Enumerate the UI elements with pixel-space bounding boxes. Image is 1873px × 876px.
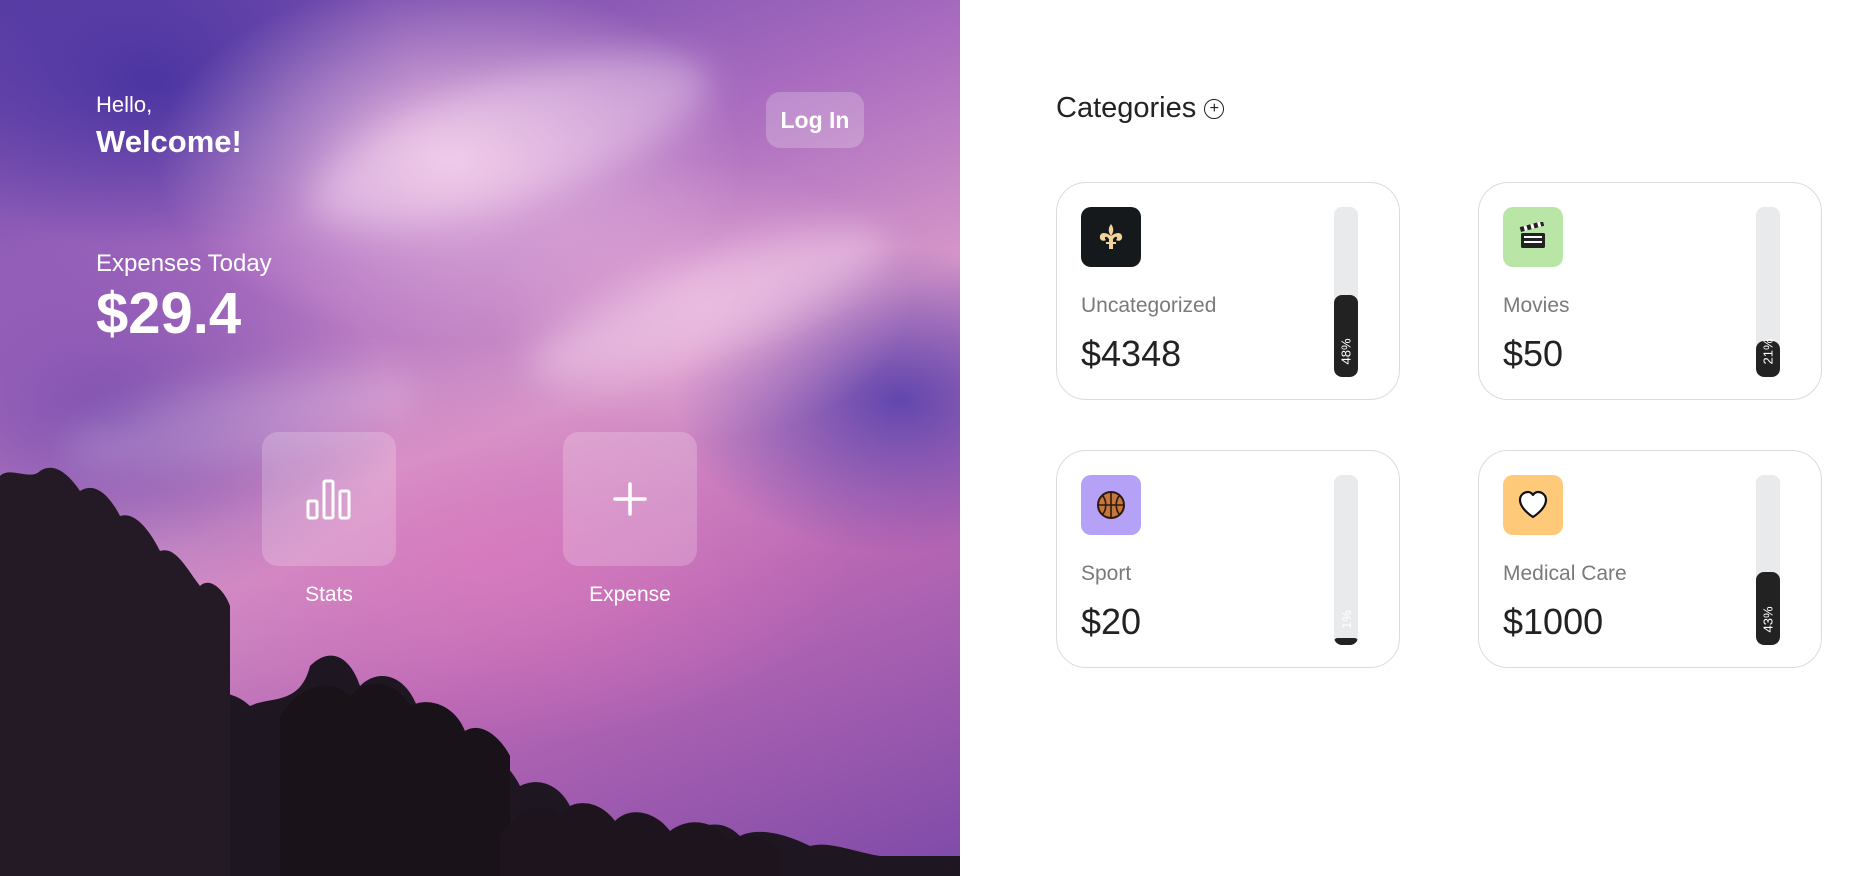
category-card-medical-care[interactable]: Medical Care $1000 43%: [1478, 450, 1822, 668]
category-icon-box: [1503, 475, 1563, 535]
bar-chart-icon: [306, 479, 351, 520]
category-name: Movies: [1503, 294, 1570, 317]
cloud-highlight: [291, 18, 729, 262]
category-icon-box: [1081, 475, 1141, 535]
categories-title: Categories: [1056, 92, 1197, 124]
category-card-movies[interactable]: Movies $50 21%: [1478, 182, 1822, 400]
category-card-uncategorized[interactable]: Uncategorized $4348 48%: [1056, 182, 1400, 400]
expenses-today-value: $29.4: [96, 281, 242, 346]
category-percent: 48%: [1338, 337, 1354, 365]
fleur-de-lis-icon: [1099, 224, 1123, 249]
category-progress-bar: 43%: [1756, 475, 1780, 645]
category-name: Medical Care: [1503, 562, 1627, 585]
category-amount: $1000: [1503, 601, 1604, 642]
hero-panel: Hello, Welcome! Log In Expenses Today $2…: [0, 0, 960, 876]
basketball-icon: [1097, 491, 1125, 519]
category-progress-fill: [1334, 638, 1358, 645]
expense-label: Expense: [589, 583, 671, 606]
category-card-sport[interactable]: Sport $20 1%: [1056, 450, 1400, 668]
stats-label: Stats: [305, 583, 353, 606]
login-button[interactable]: Log In: [766, 92, 864, 148]
category-progress-bar: 48%: [1334, 207, 1358, 377]
category-progress-bar: 1%: [1334, 475, 1358, 645]
category-amount: $4348: [1081, 333, 1182, 374]
add-expense-button[interactable]: [563, 432, 697, 566]
category-percent: 43%: [1760, 605, 1776, 633]
welcome-heading: Welcome!: [96, 124, 242, 159]
categories-heading: Categories +: [1056, 92, 1225, 125]
category-percent: 21%: [1760, 337, 1776, 365]
category-name: Uncategorized: [1081, 294, 1217, 317]
category-percent: 1%: [1338, 609, 1354, 629]
tree-silhouette: [0, 467, 960, 876]
category-amount: $50: [1503, 333, 1564, 374]
plus-circle-icon[interactable]: +: [1204, 98, 1225, 119]
category-amount: $20: [1081, 601, 1142, 642]
category-name: Sport: [1081, 562, 1132, 585]
expenses-today-label: Expenses Today: [96, 250, 272, 277]
heart-icon: [1518, 490, 1548, 519]
plus-icon: [613, 482, 647, 516]
stats-button[interactable]: [262, 432, 396, 566]
clapperboard-icon: [1519, 222, 1545, 248]
greeting-text: Hello,: [96, 92, 153, 117]
category-progress-bar: 21%: [1756, 207, 1780, 377]
category-icon-box: [1503, 207, 1563, 267]
cloud-highlight: [516, 197, 904, 413]
category-icon-box: [1081, 207, 1141, 267]
